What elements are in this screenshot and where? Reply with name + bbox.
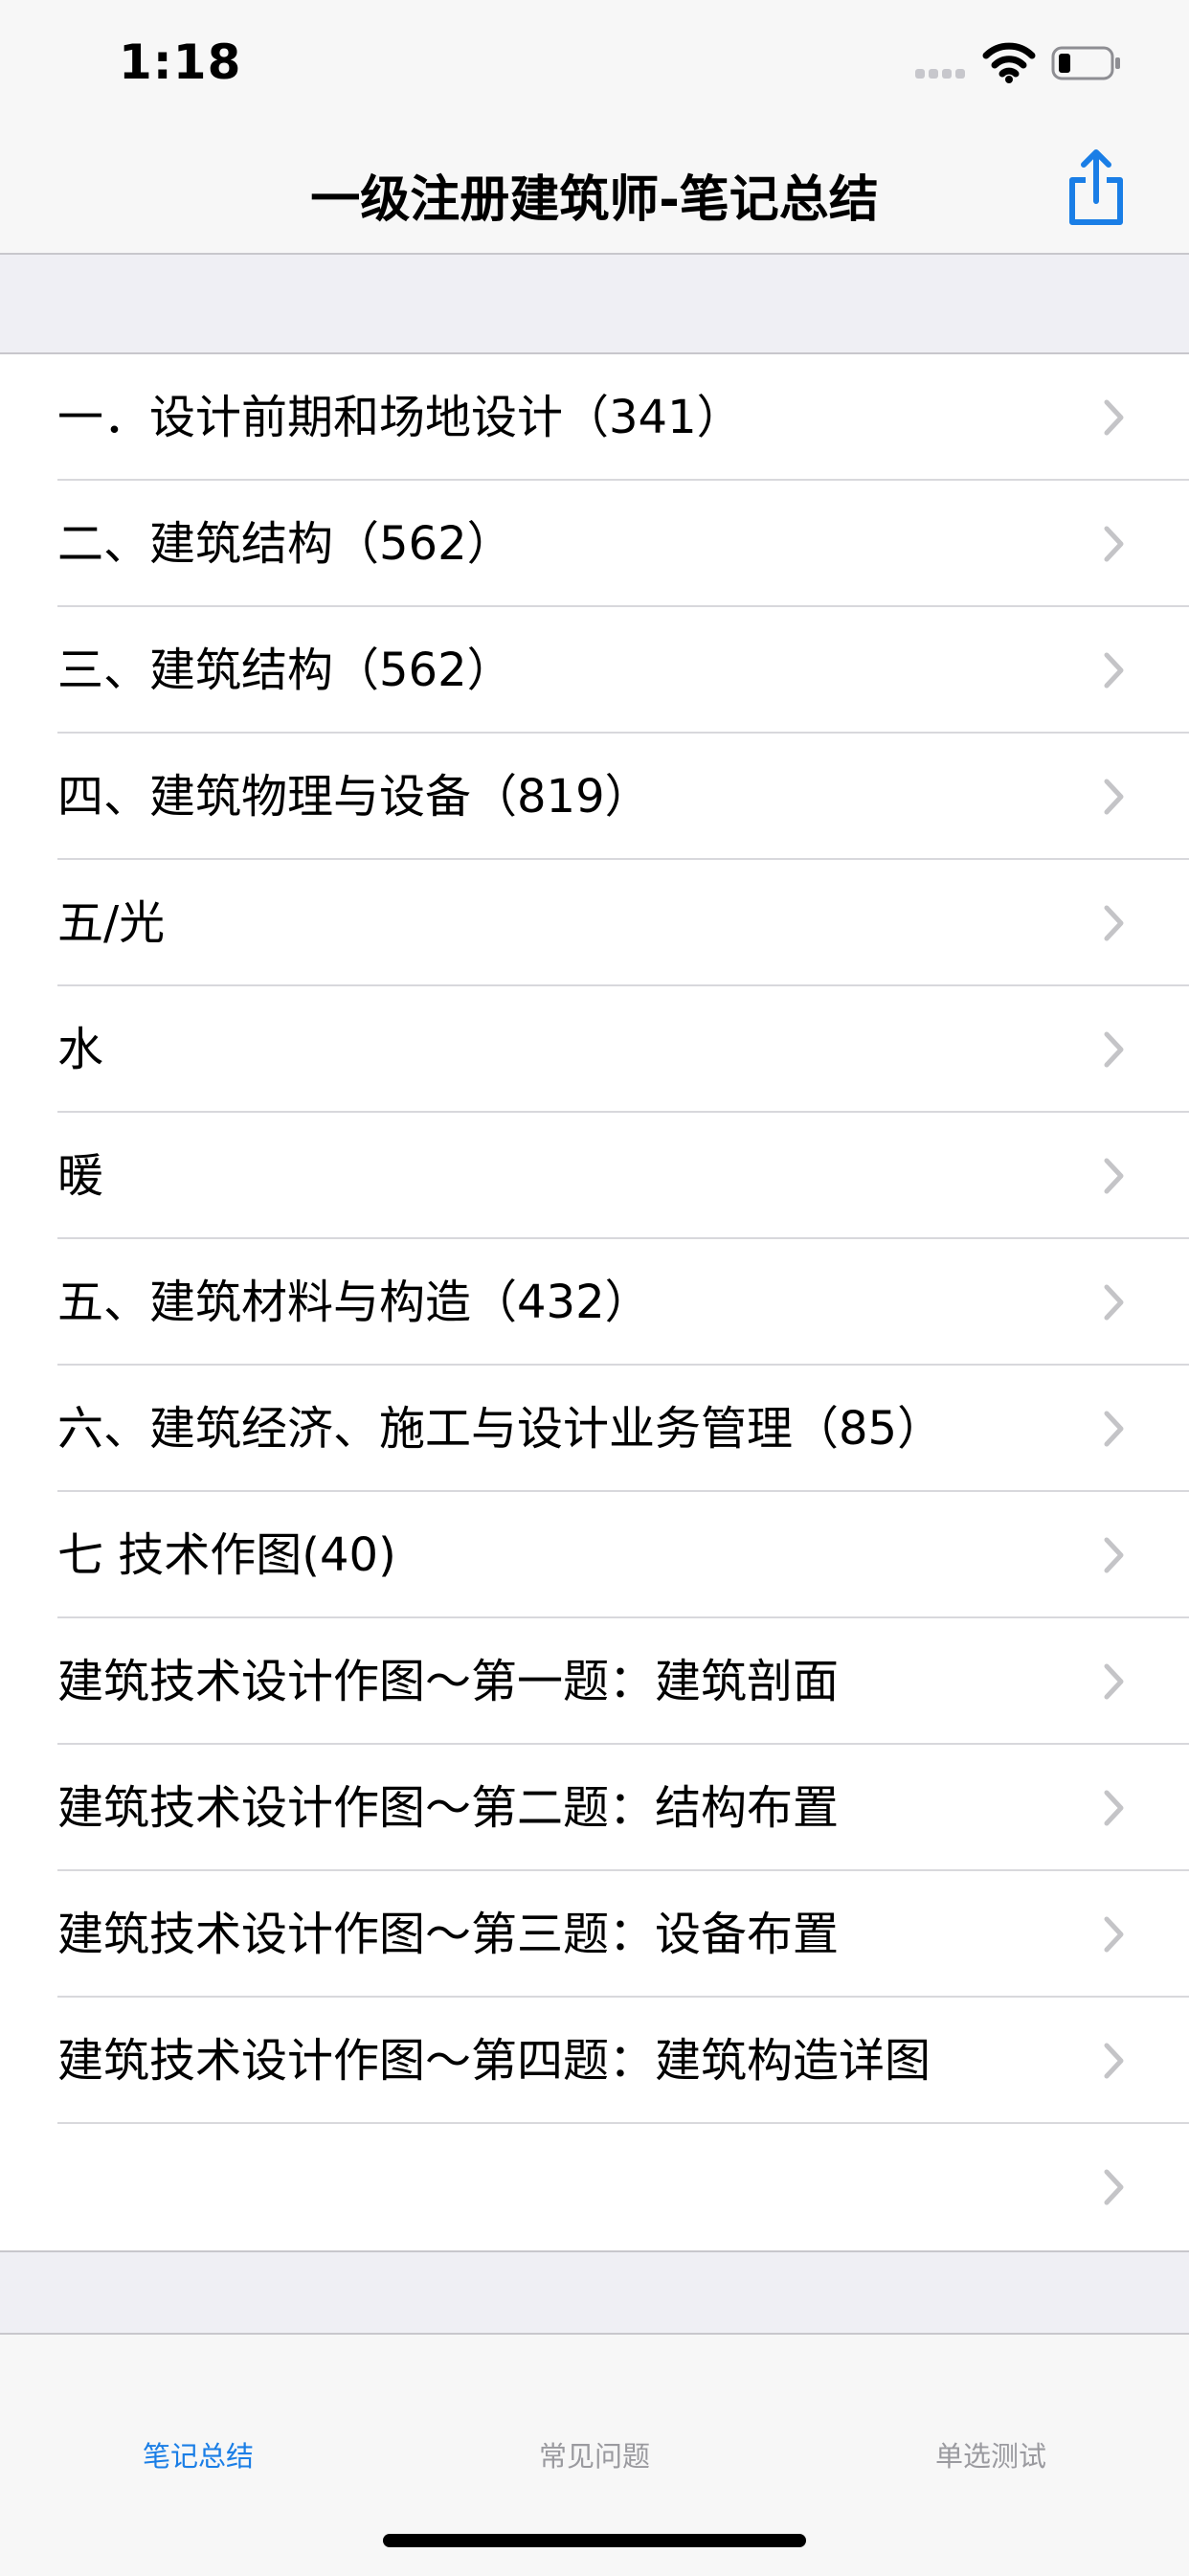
list-item[interactable]: 建筑技术设计作图～第二题：结构布置 [0, 1745, 1189, 1871]
list-item-label: 三、建筑结构（562） [57, 644, 513, 697]
list-item-label: 建筑技术设计作图～第一题：建筑剖面 [57, 1655, 840, 1708]
list-item[interactable] [0, 2124, 1189, 2250]
list-item[interactable]: 四、建筑物理与设备（819） [0, 734, 1189, 860]
list-item[interactable]: 建筑技术设计作图～第一题：建筑剖面 [0, 1618, 1189, 1745]
tab-label: 笔记总结 [142, 2440, 254, 2473]
list-item-label: 六、建筑经济、施工与设计业务管理（85） [57, 1402, 944, 1456]
status-time: 1:18 [119, 34, 242, 90]
list-item[interactable]: 一．设计前期和场地设计（341） [0, 354, 1189, 481]
tab-notes-summary[interactable]: 笔记总结 [0, 2335, 396, 2494]
chevron-right-icon [1104, 2169, 1124, 2205]
list-item-label: 二、建筑结构（562） [57, 517, 513, 571]
list-item[interactable]: 五/光 [0, 860, 1189, 986]
chevron-right-icon [1104, 1284, 1124, 1321]
list-item[interactable]: 建筑技术设计作图～第四题：建筑构造详图 [0, 1998, 1189, 2124]
list-item-label: 四、建筑物理与设备（819） [57, 770, 651, 824]
list-item[interactable]: 建筑技术设计作图～第三题：设备布置 [0, 1871, 1189, 1998]
notes-list: 一．设计前期和场地设计（341） 二、建筑结构（562） 三、建筑结构（562） 四、… [0, 352, 1189, 2252]
list-item[interactable]: 七 技术作图(40) [0, 1492, 1189, 1618]
list-item-label: 五、建筑材料与构造（432） [57, 1276, 651, 1329]
chevron-right-icon [1104, 779, 1124, 815]
list-item[interactable]: 二、建筑结构（562） [0, 481, 1189, 607]
tab-single-choice-test[interactable]: 单选测试 [793, 2335, 1189, 2494]
wifi-icon [982, 42, 1036, 83]
tab-label: 常见问题 [538, 2440, 650, 2473]
chevron-right-icon [1104, 1537, 1124, 1573]
chevron-right-icon [1104, 1663, 1124, 1700]
chevron-right-icon [1104, 905, 1124, 941]
list-item-label: 暖 [57, 1149, 104, 1203]
list-item[interactable]: 五、建筑材料与构造（432） [0, 1239, 1189, 1366]
home-indicator [383, 2534, 806, 2547]
status-bar: 1:18 [0, 0, 1189, 134]
chevron-right-icon [1104, 526, 1124, 562]
chevron-right-icon [1104, 399, 1124, 436]
list-item-label: 七 技术作图(40) [57, 1528, 396, 1582]
page-title: 一级注册建筑师-笔记总结 [310, 171, 879, 229]
list-item[interactable]: 水 [0, 986, 1189, 1113]
list-item[interactable]: 暖 [0, 1113, 1189, 1239]
navigation-bar: 一级注册建筑师-笔记总结 [0, 134, 1189, 255]
chevron-right-icon [1104, 1411, 1124, 1447]
chevron-right-icon [1104, 1916, 1124, 1953]
list-item[interactable]: 三、建筑结构（562） [0, 607, 1189, 734]
list-item-label: 水 [57, 1023, 104, 1076]
share-icon[interactable] [1063, 147, 1130, 228]
cellular-signal-icon [915, 69, 969, 80]
list-item[interactable]: 六、建筑经济、施工与设计业务管理（85） [0, 1366, 1189, 1492]
tab-label: 单选测试 [934, 2440, 1046, 2473]
chevron-right-icon [1104, 2043, 1124, 2079]
list-item-label: 建筑技术设计作图～第四题：建筑构造详图 [57, 2034, 931, 2088]
battery-icon [1051, 46, 1120, 80]
chevron-right-icon [1104, 1790, 1124, 1826]
list-item-label: 五/光 [57, 896, 166, 950]
list-item-label: 建筑技术设计作图～第二题：结构布置 [57, 1781, 840, 1835]
chevron-right-icon [1104, 1158, 1124, 1194]
chevron-right-icon [1104, 1031, 1124, 1068]
chevron-right-icon [1104, 652, 1124, 689]
list-item-label: 一．设计前期和场地设计（341） [57, 391, 743, 444]
list-item-label: 建筑技术设计作图～第三题：设备布置 [57, 1908, 840, 1961]
tab-faq[interactable]: 常见问题 [396, 2335, 793, 2494]
